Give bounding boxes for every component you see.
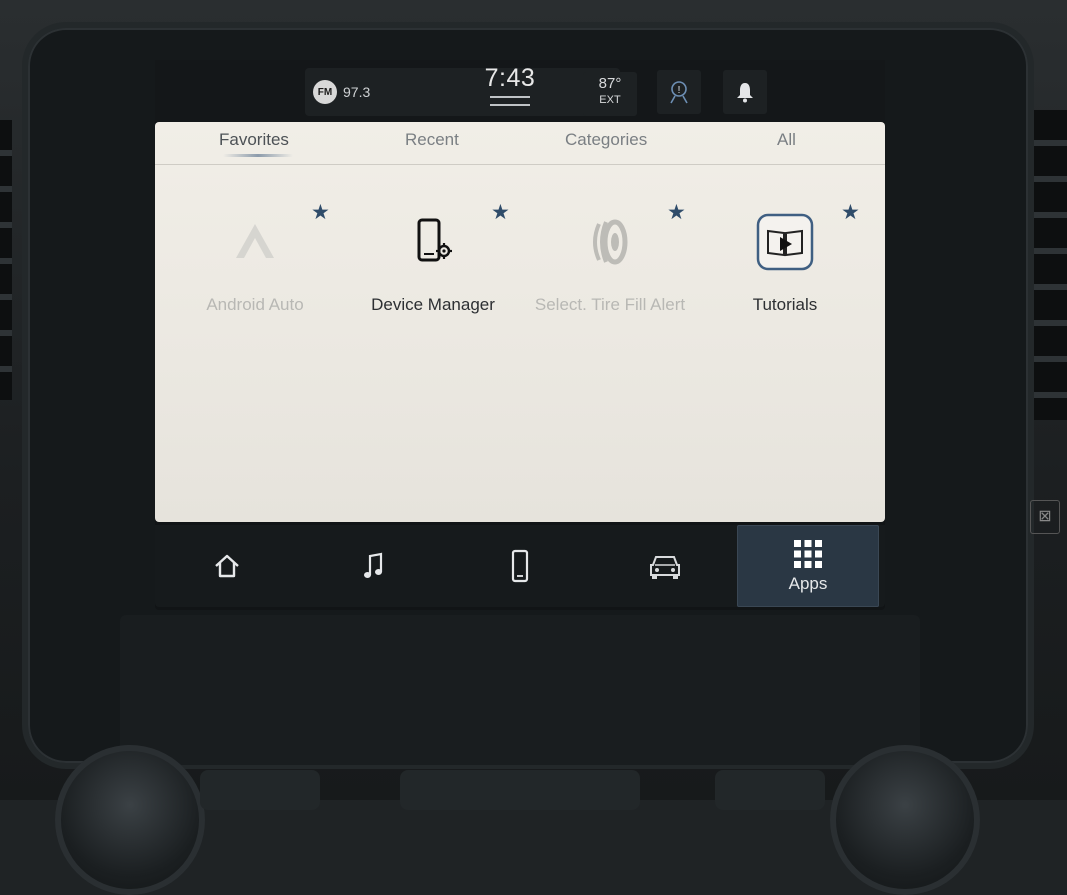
clock: 7:43	[484, 64, 536, 92]
notification-bell-icon[interactable]	[723, 70, 767, 114]
svg-text:!: !	[678, 85, 681, 96]
music-note-icon	[364, 552, 383, 578]
nav-apps-label: Apps	[788, 574, 828, 593]
infotainment-screen: FM 97.3 7:43 87° EXT ! Favorites Recent …	[155, 60, 885, 610]
right-air-vent	[1022, 110, 1067, 420]
app-tire-fill-alert[interactable]: Select. Tire Fill Alert	[530, 212, 690, 316]
nav-media[interactable]	[303, 525, 443, 607]
temperature-label: EXT	[599, 94, 621, 106]
app-label: Android Auto	[206, 295, 304, 314]
nav-apps[interactable]: Apps	[737, 525, 879, 607]
home-icon	[215, 554, 239, 578]
favorite-star-icon[interactable]: ★	[311, 200, 330, 225]
left-air-vent	[0, 120, 12, 400]
apps-panel: Favorites Recent Categories All Android …	[155, 122, 885, 522]
app-label: Select. Tire Fill Alert	[534, 295, 686, 314]
bezel-lower-panel	[120, 615, 920, 765]
tab-recent[interactable]: Recent	[405, 130, 459, 150]
lower-button	[200, 770, 320, 810]
radio-status[interactable]: FM 97.3	[305, 68, 620, 116]
driver-assist-icon[interactable]: !	[657, 70, 701, 114]
side-switch: ⊠	[1030, 500, 1060, 534]
temperature-value: 87°	[598, 75, 622, 92]
right-knob	[830, 745, 980, 895]
favorite-star-icon[interactable]: ★	[667, 200, 686, 225]
menu-handle-icon	[490, 96, 530, 106]
vehicle-icon	[650, 556, 680, 579]
temperature-display: 87° EXT	[583, 72, 637, 116]
tab-bar: Favorites Recent Categories All	[155, 122, 885, 165]
app-tutorials[interactable]: Tutorials	[705, 212, 865, 316]
fm-badge: FM	[313, 80, 337, 104]
active-tab-indicator	[223, 154, 293, 157]
app-label: Device Manager	[371, 295, 495, 314]
apps-grid-icon	[794, 540, 822, 568]
tab-categories[interactable]: Categories	[565, 130, 647, 150]
status-bar: FM 97.3 7:43 87° EXT !	[155, 60, 885, 122]
app-android-auto[interactable]: Android Auto	[175, 212, 335, 316]
left-knob	[55, 745, 205, 895]
lower-button	[400, 770, 640, 810]
tire-icon	[530, 212, 690, 272]
clock-area[interactable]: 7:43	[470, 64, 550, 119]
radio-frequency: 97.3	[343, 84, 371, 100]
device-manager-icon	[353, 212, 513, 272]
lower-button	[715, 770, 825, 810]
nav-home[interactable]	[157, 525, 297, 607]
bottom-navigation: Apps	[155, 525, 885, 607]
nav-vehicle[interactable]	[595, 525, 735, 607]
app-label: Tutorials	[752, 295, 818, 314]
tab-all[interactable]: All	[777, 130, 796, 150]
nav-phone[interactable]	[450, 525, 590, 607]
phone-icon	[511, 549, 529, 583]
favorite-star-icon[interactable]: ★	[841, 200, 860, 225]
app-device-manager[interactable]: Device Manager	[353, 212, 513, 316]
tab-favorites[interactable]: Favorites	[219, 130, 289, 150]
favorite-star-icon[interactable]: ★	[491, 200, 510, 225]
